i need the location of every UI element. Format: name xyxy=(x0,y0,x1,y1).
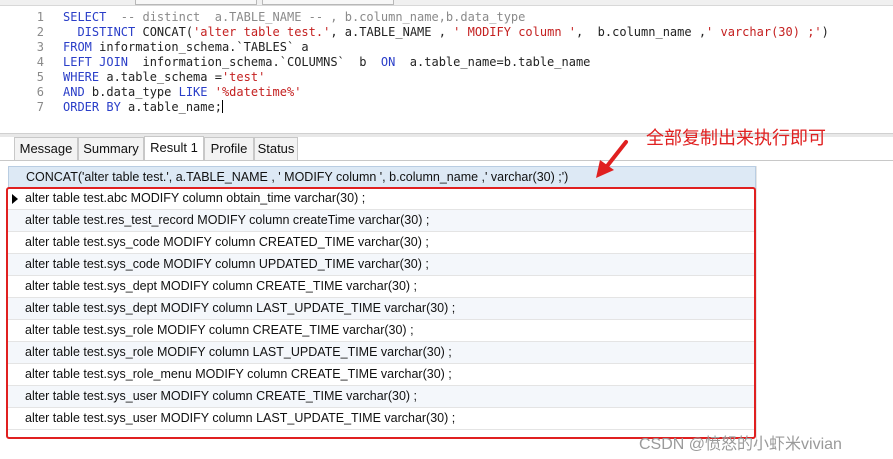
grid-right-edge xyxy=(756,166,757,446)
code-text: DISTINCT CONCAT('alter table test.', a.T… xyxy=(63,25,829,40)
red-arrow-icon xyxy=(596,140,628,178)
code-token: CONCAT( xyxy=(142,25,194,39)
code-token: b.data_type xyxy=(91,85,179,99)
code-text: LEFT JOIN information_schema.`COLUMNS` b… xyxy=(63,55,590,70)
toolbar-field-right[interactable] xyxy=(262,0,394,5)
code-token: DISTINCT xyxy=(63,25,143,39)
text-caret xyxy=(221,100,223,113)
tab-profile[interactable]: Profile xyxy=(204,137,254,161)
tab-summary[interactable]: Summary xyxy=(78,137,144,161)
code-token: 'test' xyxy=(221,70,266,84)
code-token: -- distinct a.TABLE_NAME -- , b.column_n… xyxy=(120,10,526,24)
code-token: AND xyxy=(63,85,92,99)
code-token: , b.column_name , xyxy=(576,25,707,39)
tab-label: Message xyxy=(19,141,73,156)
code-token: ON xyxy=(380,55,396,69)
code-token: a.table_name=b.table_name xyxy=(395,55,591,69)
code-text: WHERE a.table_schema ='test' xyxy=(63,70,265,85)
line-number: 6 xyxy=(36,85,44,99)
code-token: 'alter table test.' xyxy=(193,25,331,39)
code-token: ' varchar(30) ;' xyxy=(706,25,822,39)
sql-editor[interactable]: 1 SELECT -- distinct a.TABLE_NAME -- , b.… xyxy=(0,6,893,132)
column-header-label: CONCAT('alter table test.', a.TABLE_NAME… xyxy=(26,170,569,184)
code-token: LIKE xyxy=(178,85,215,99)
code-token: '%datetime%' xyxy=(214,85,302,99)
line-number: 1 xyxy=(36,10,44,24)
tab-result-1[interactable]: Result 1 xyxy=(144,136,204,161)
tab-message[interactable]: Message xyxy=(14,137,78,161)
tab-baseline xyxy=(0,160,893,161)
line-number: 4 xyxy=(36,55,44,69)
code-token: a.table_name; xyxy=(128,100,222,114)
tab-label: Summary xyxy=(83,141,139,156)
code-token: ' MODIFY column ' xyxy=(453,25,576,39)
tab-status[interactable]: Status xyxy=(254,137,298,161)
line-number: 5 xyxy=(36,70,44,84)
code-token: LEFT JOIN xyxy=(63,55,136,69)
watermark: CSDN @愤怒的小虾米vivian xyxy=(639,436,842,453)
code-text: FROM information_schema.`TABLES` a xyxy=(63,40,309,55)
code-text: AND b.data_type LIKE '%datetime%' xyxy=(63,85,301,100)
tab-label: Result 1 xyxy=(150,140,198,155)
toolbar-field-left[interactable] xyxy=(135,0,257,5)
code-token: ORDER BY xyxy=(63,100,129,114)
code-text: ORDER BY a.table_name; xyxy=(63,100,223,115)
code-token: ) xyxy=(821,25,829,39)
code-token: , a.TABLE_NAME , xyxy=(330,25,454,39)
code-token: FROM xyxy=(63,40,100,54)
line-number: 7 xyxy=(36,100,44,114)
code-token: a.table_schema = xyxy=(106,70,222,84)
annotation-text: 全部复制出来执行即可 xyxy=(646,128,826,148)
red-highlight-box xyxy=(6,187,756,439)
code-token: SELECT xyxy=(63,10,121,24)
code-text: SELECT -- distinct a.TABLE_NAME -- , b.c… xyxy=(63,10,525,25)
code-token: information_schema.`COLUMNS` b xyxy=(135,55,381,69)
line-number: 2 xyxy=(36,25,44,39)
line-number: 3 xyxy=(36,40,44,54)
code-token: WHERE xyxy=(63,70,107,84)
code-token: information_schema.`TABLES` a xyxy=(99,40,309,54)
tab-label: Status xyxy=(257,141,295,156)
tab-label: Profile xyxy=(210,141,248,156)
column-header[interactable]: CONCAT('alter table test.', a.TABLE_NAME… xyxy=(8,166,756,189)
